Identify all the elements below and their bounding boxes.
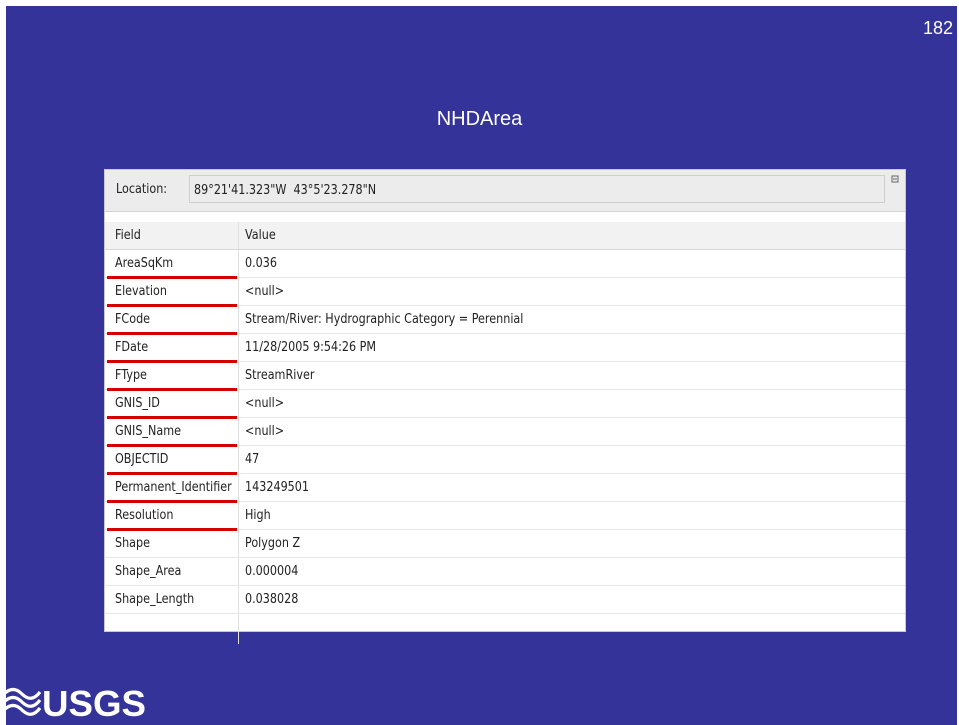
field-name: Elevation	[115, 284, 167, 299]
table-row[interactable]: Permanent_Identifier 143249501	[105, 474, 905, 503]
field-cell: Shape_Length	[105, 586, 239, 613]
table-row[interactable]: FDate 11/28/2005 9:54:26 PM	[105, 334, 905, 363]
location-field[interactable]: 89°21'41.323"W 43°5'23.278"N	[189, 175, 885, 203]
table-row[interactable]: Resolution High	[105, 502, 905, 531]
empty-field-cell	[105, 614, 239, 644]
field-name: Resolution	[115, 508, 174, 523]
field-value: 0.000004	[245, 564, 299, 579]
field-value: <null>	[245, 424, 285, 439]
field-cell: Elevation	[105, 278, 239, 307]
value-cell: 0.038028	[239, 586, 905, 613]
usgs-wave-icon	[2, 687, 42, 716]
attributes-table: Field Value AreaSqKm 0.036 Elevation <null>…	[105, 222, 905, 644]
field-value: Stream/River: Hydrographic Category = Pe…	[245, 312, 524, 327]
column-header-field-label: Field	[115, 228, 141, 243]
field-name: OBJECTID	[115, 452, 169, 467]
value-cell: 0.036	[239, 250, 905, 277]
field-name: FType	[115, 368, 147, 383]
value-cell: 47	[239, 446, 905, 473]
table-row-empty	[105, 614, 905, 644]
column-header-value-label: Value	[245, 228, 276, 243]
field-name: GNIS_ID	[115, 396, 160, 411]
field-name: Shape_Length	[115, 592, 195, 607]
field-name: FCode	[115, 312, 151, 327]
field-value: High	[245, 508, 271, 523]
value-cell: 143249501	[239, 474, 905, 501]
value-cell: Polygon Z	[239, 530, 905, 557]
field-name: GNIS_Name	[115, 424, 182, 439]
value-cell: <null>	[239, 278, 905, 305]
field-cell: GNIS_ID	[105, 390, 239, 419]
field-cell: Shape_Area	[105, 558, 239, 585]
field-name: FDate	[115, 340, 149, 355]
field-value: 143249501	[245, 480, 310, 495]
field-name: Shape	[115, 536, 151, 551]
field-value: <null>	[245, 396, 285, 411]
field-cell: OBJECTID	[105, 446, 239, 475]
table-row[interactable]: Elevation <null>	[105, 278, 905, 307]
table-row[interactable]: Shape_Area 0.000004	[105, 558, 905, 586]
field-cell: AreaSqKm	[105, 250, 239, 279]
identify-panel: Location: 89°21'41.323"W 43°5'23.278"N F…	[104, 169, 906, 644]
value-cell: <null>	[239, 390, 905, 417]
field-cell: FCode	[105, 306, 239, 335]
field-value: 47	[245, 452, 260, 467]
field-cell: Permanent_Identifier	[105, 474, 239, 503]
value-cell: Stream/River: Hydrographic Category = Pe…	[239, 306, 905, 333]
table-row[interactable]: Shape Polygon Z	[105, 530, 905, 558]
field-value: 11/28/2005 9:54:26 PM	[245, 340, 377, 355]
field-cell: Resolution	[105, 502, 239, 531]
field-value: Polygon Z	[245, 536, 301, 551]
value-cell: High	[239, 502, 905, 529]
field-name: AreaSqKm	[115, 256, 174, 271]
field-value: 0.036	[245, 256, 278, 271]
slide-number: 182	[922, 18, 953, 38]
slide-title: NHDArea	[436, 108, 523, 130]
field-cell: GNIS_Name	[105, 418, 239, 447]
pin-icon[interactable]	[891, 175, 899, 183]
table-row[interactable]: AreaSqKm 0.036	[105, 250, 905, 279]
field-value: 0.038028	[245, 592, 299, 607]
field-value: StreamRiver	[245, 368, 315, 383]
location-value-text: 89°21'41.323"W 43°5'23.278"N	[194, 183, 377, 198]
field-cell: FType	[105, 362, 239, 391]
field-cell: FDate	[105, 334, 239, 363]
table-row[interactable]: OBJECTID 47	[105, 446, 905, 475]
value-cell: 11/28/2005 9:54:26 PM	[239, 334, 905, 361]
value-cell: 0.000004	[239, 558, 905, 585]
field-value: <null>	[245, 284, 285, 299]
table-row[interactable]: Shape_Length 0.038028	[105, 586, 905, 614]
table-header-row: Field Value	[105, 222, 905, 250]
table-row[interactable]: FCode Stream/River: Hydrographic Category…	[105, 306, 905, 335]
value-cell: StreamRiver	[239, 362, 905, 389]
usgs-logo-text: USGS	[42, 683, 146, 722]
table-row[interactable]: FType StreamRiver	[105, 362, 905, 391]
table-row[interactable]: GNIS_Name <null>	[105, 418, 905, 447]
column-header-field[interactable]: Field	[105, 222, 239, 249]
location-label: Location:	[116, 182, 168, 197]
column-header-value[interactable]: Value	[239, 222, 905, 249]
field-cell: Shape	[105, 530, 239, 557]
field-name: Permanent_Identifier	[115, 480, 232, 495]
table-row[interactable]: GNIS_ID <null>	[105, 390, 905, 419]
usgs-logo: USGS	[2, 683, 146, 722]
field-name: Shape_Area	[115, 564, 182, 579]
value-cell: <null>	[239, 418, 905, 445]
location-bar: Location: 89°21'41.323"W 43°5'23.278"N	[105, 170, 905, 212]
